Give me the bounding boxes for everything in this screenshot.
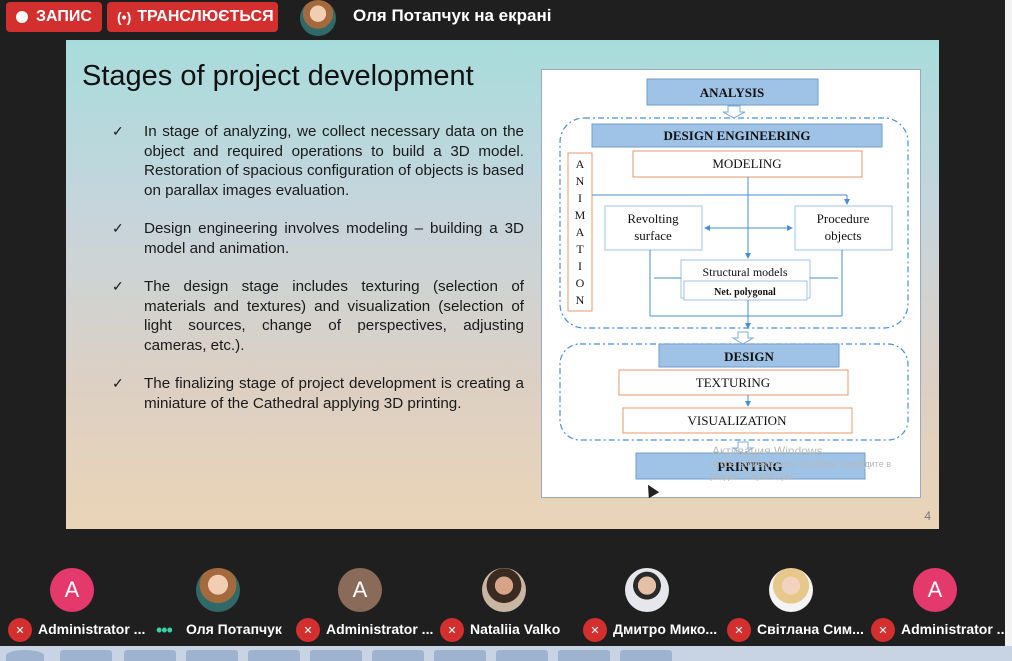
svg-text:MODELING: MODELING	[712, 156, 781, 171]
participant-name: Оля Потапчук	[186, 621, 282, 637]
svg-text:Procedure: Procedure	[817, 211, 870, 226]
svg-text:surface: surface	[634, 228, 672, 243]
mic-muted-icon: ✕	[296, 618, 320, 642]
diagram-svg: ANALYSIS DESIGN ENGINEERING MODELING A N…	[559, 78, 909, 480]
mic-muted-icon: ✕	[583, 618, 607, 642]
svg-text:DESIGN ENGINEERING: DESIGN ENGINEERING	[663, 128, 810, 143]
presenter-avatar	[300, 0, 336, 36]
svg-text:N: N	[576, 293, 585, 307]
bullet-item: ✓ The finalizing stage of project develop…	[112, 375, 524, 412]
top-bar: ЗАПИС (•) ТРАНСЛЮЄТЬСЯ Оля Потапчук на е…	[0, 0, 1012, 36]
svg-text:ANALYSIS: ANALYSIS	[700, 85, 765, 100]
svg-text:M: M	[575, 208, 586, 222]
svg-text:N: N	[576, 174, 585, 188]
taskbar-app[interactable]	[310, 650, 362, 661]
svg-text:Structural models: Structural models	[703, 265, 788, 279]
check-icon: ✓	[112, 123, 124, 139]
svg-text:O: O	[576, 276, 585, 290]
taskbar-app[interactable]	[558, 650, 610, 661]
presenter-name: Оля Потапчук на екрані	[353, 6, 552, 25]
record-dot-icon	[16, 11, 28, 23]
taskbar-app[interactable]	[434, 650, 486, 661]
bullet-item: ✓ In stage of analyzing, we collect neces…	[112, 123, 524, 199]
slide-title: Stages of project development	[82, 60, 474, 92]
participant-name: Світлана Сим...	[757, 621, 864, 637]
start-button[interactable]	[6, 650, 44, 661]
stream-label: ТРАНСЛЮЄТЬСЯ	[137, 8, 274, 25]
svg-text:VISUALIZATION: VISUALIZATION	[688, 413, 788, 428]
bullet-list: ✓ In stage of analyzing, we collect neces…	[112, 122, 524, 432]
avatar: A	[913, 568, 957, 612]
svg-text:Net. polygonal: Net. polygonal	[714, 287, 776, 298]
avatar	[196, 568, 240, 612]
check-icon: ✓	[112, 375, 124, 391]
participant-name: Дмитро Мико...	[613, 621, 718, 637]
mic-muted-icon: ✕	[871, 618, 895, 642]
taskbar-app[interactable]	[60, 650, 112, 661]
check-icon: ✓	[112, 220, 124, 236]
avatar	[625, 568, 669, 612]
bullet-item: ✓ The design stage includes texturing (se…	[112, 278, 524, 354]
taskbar-app[interactable]	[496, 650, 548, 661]
svg-text:A: A	[576, 225, 585, 239]
participant-name: Administrator ...	[326, 621, 434, 637]
avatar: A	[50, 568, 94, 612]
taskbar-app[interactable]	[186, 650, 238, 661]
avatar	[769, 568, 813, 612]
svg-text:TEXTURING: TEXTURING	[696, 375, 770, 390]
process-diagram: ANALYSIS DESIGN ENGINEERING MODELING A N…	[541, 69, 921, 498]
participant-name: Administrator ...	[901, 621, 1009, 637]
broadcast-icon: (•)	[117, 9, 132, 25]
mic-muted-icon: ✕	[727, 618, 751, 642]
svg-text:I: I	[578, 259, 582, 273]
os-taskbar	[0, 646, 1012, 661]
svg-text:A: A	[576, 157, 585, 171]
svg-text:Revolting: Revolting	[627, 211, 679, 226]
mic-muted-icon: ✕	[440, 618, 464, 642]
svg-text:I: I	[578, 191, 582, 205]
speaking-indicator-icon: •••	[156, 620, 173, 640]
stream-indicator[interactable]: (•) ТРАНСЛЮЄТЬСЯ	[107, 2, 278, 32]
activation-watermark-line2: Чтобы активировать Windows, перейдите в	[710, 459, 891, 469]
svg-text:objects: objects	[825, 228, 862, 243]
participant-name: Nataliia Valko	[470, 621, 561, 637]
avatar: A	[338, 568, 382, 612]
window-edge	[1005, 0, 1012, 661]
mic-muted-icon: ✕	[8, 618, 32, 642]
avatar	[482, 568, 526, 612]
participant-strip: A ✕ Administrator ... ••• Оля Потапчук A…	[0, 560, 1009, 645]
taskbar-app[interactable]	[620, 650, 672, 661]
taskbar-app[interactable]	[124, 650, 176, 661]
svg-text:T: T	[576, 242, 584, 256]
bullet-item: ✓ Design engineering involves modeling – …	[112, 220, 524, 257]
participant-name: Administrator ...	[38, 621, 146, 637]
shared-slide: Stages of project development ✓ In stage …	[66, 40, 939, 529]
slide-page-number: 4	[924, 509, 931, 523]
svg-text:DESIGN: DESIGN	[724, 349, 774, 364]
activation-watermark-line3: раздел "Параметры".	[710, 471, 799, 481]
record-indicator[interactable]: ЗАПИС	[6, 2, 102, 32]
taskbar-app[interactable]	[248, 650, 300, 661]
record-label: ЗАПИС	[36, 8, 92, 25]
taskbar-app[interactable]	[372, 650, 424, 661]
check-icon: ✓	[112, 278, 124, 294]
activation-watermark: Активация Windows	[712, 444, 823, 458]
